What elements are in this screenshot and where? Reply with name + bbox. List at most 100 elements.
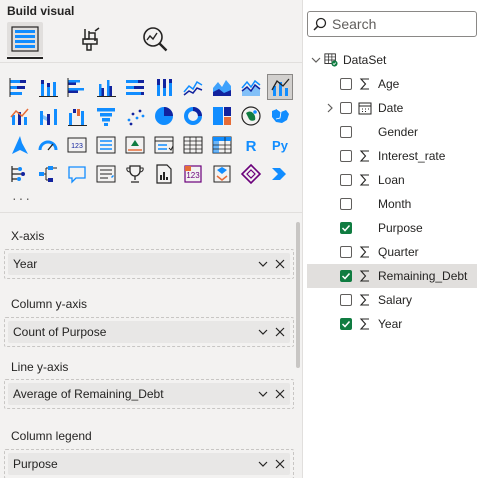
visual-paginated-report-button[interactable]	[152, 162, 176, 186]
field-name: Age	[378, 77, 400, 91]
visual-treemap-button[interactable]	[210, 104, 234, 128]
visual-power-apps-button[interactable]: 123	[181, 162, 205, 186]
field-checkbox[interactable]	[340, 246, 352, 258]
visual-azure-map-button[interactable]	[7, 133, 31, 157]
visual-table-button[interactable]	[181, 133, 205, 157]
visual-100-stacked-bar-button[interactable]	[123, 75, 147, 99]
visual-clustered-column-button[interactable]	[94, 75, 118, 99]
chevron-down-icon[interactable]	[310, 54, 322, 66]
svg-text:Py: Py	[272, 138, 289, 153]
chevron-down-icon[interactable]	[256, 383, 270, 405]
more-visuals-button[interactable]: ···	[12, 190, 32, 206]
field-name: Date	[378, 101, 404, 115]
field-row-age[interactable]: Age	[307, 72, 477, 96]
metrics-icon	[126, 165, 144, 183]
chevron-down-icon[interactable]	[256, 321, 270, 343]
remove-field-icon[interactable]	[273, 453, 287, 475]
sigma-icon	[358, 245, 372, 259]
visual-map-button[interactable]	[239, 104, 263, 128]
field-name: Salary	[378, 293, 413, 307]
visual-qna-button[interactable]	[65, 162, 89, 186]
visual-r-script-button[interactable]: R	[239, 133, 263, 157]
well-line-y-axis[interactable]: Average of Remaining_Debt	[4, 379, 294, 409]
visual-clustered-bar-button[interactable]	[65, 75, 89, 99]
visual-smart-narrative-button[interactable]	[94, 162, 118, 186]
visual-line-clustered-column-button[interactable]	[267, 74, 293, 100]
remove-field-icon[interactable]	[273, 253, 287, 275]
visual-filled-map-button[interactable]	[268, 104, 292, 128]
visual-area-button[interactable]	[210, 75, 234, 99]
format-visual-tab[interactable]	[72, 22, 108, 56]
field-name: Interest_rate	[378, 149, 446, 163]
visual-gauge-button[interactable]	[36, 133, 60, 157]
visual-pie-button[interactable]	[152, 104, 176, 128]
field-pill[interactable]: Year	[8, 253, 290, 275]
chevron-right-icon[interactable]	[324, 102, 336, 114]
remove-field-icon[interactable]	[273, 383, 287, 405]
chevron-down-icon[interactable]	[256, 253, 270, 275]
chevron-down-icon[interactable]	[256, 453, 270, 475]
field-checkbox[interactable]	[340, 102, 352, 114]
visual-line-stacked-column-button[interactable]	[7, 104, 31, 128]
visual-scatter-button[interactable]	[123, 104, 147, 128]
visual-stacked-bar-button[interactable]	[7, 75, 31, 99]
well-column-y-axis[interactable]: Count of Purpose	[4, 317, 294, 347]
field-checkbox[interactable]	[340, 78, 352, 90]
field-checkbox[interactable]	[340, 294, 352, 306]
visual-metrics-button[interactable]	[123, 162, 147, 186]
well-x-axis[interactable]: Year	[4, 249, 294, 279]
field-pill[interactable]: Count of Purpose	[8, 321, 290, 343]
analytics-tab[interactable]	[137, 22, 173, 56]
gauge-icon	[38, 140, 58, 151]
remove-field-icon[interactable]	[273, 321, 287, 343]
visual-decomposition-tree-button[interactable]	[36, 162, 60, 186]
field-row-loan[interactable]: Loan	[307, 168, 477, 192]
field-row-year[interactable]: Year	[307, 312, 477, 336]
azure-map-icon	[12, 136, 28, 154]
field-checkbox[interactable]	[340, 198, 352, 210]
visual-stacked-column-button[interactable]	[36, 75, 60, 99]
visual-funnel-button[interactable]	[94, 104, 118, 128]
field-checkbox[interactable]	[340, 318, 352, 330]
field-name: Quarter	[378, 245, 419, 259]
field-row-gender[interactable]: Gender	[307, 120, 477, 144]
field-checkbox[interactable]	[340, 174, 352, 186]
field-pill[interactable]: Purpose	[8, 453, 290, 475]
visual-key-influencers-button[interactable]	[7, 162, 31, 186]
field-checkbox[interactable]	[340, 222, 352, 234]
field-row-quarter[interactable]: Quarter	[307, 240, 477, 264]
field-row-date[interactable]: Date	[307, 96, 477, 120]
search-input[interactable]	[332, 16, 462, 32]
visual-kpi-button[interactable]	[123, 133, 147, 157]
field-checkbox[interactable]	[340, 270, 352, 282]
field-row-salary[interactable]: Salary	[307, 288, 477, 312]
well-label-x-axis: X-axis	[11, 229, 45, 243]
visual-stacked-area-button[interactable]	[239, 75, 263, 99]
field-checkbox[interactable]	[340, 150, 352, 162]
visual-line-button[interactable]	[181, 75, 205, 99]
visual-card-button[interactable]: 123	[65, 133, 89, 157]
field-checkbox[interactable]	[340, 126, 352, 138]
well-column-legend[interactable]: Purpose	[4, 449, 294, 478]
visual-diamond-visual-button[interactable]	[239, 162, 263, 186]
field-row-purpose[interactable]: Purpose	[307, 216, 477, 240]
table-dataset-row[interactable]: DataSet	[307, 48, 477, 72]
field-pill[interactable]: Average of Remaining_Debt	[8, 383, 290, 405]
visual-python-visual-button[interactable]: Py	[268, 133, 292, 157]
visual-waterfall-button[interactable]	[65, 104, 89, 128]
visual-ribbon-button[interactable]	[36, 104, 60, 128]
build-visual-tab[interactable]	[7, 22, 43, 56]
visual-multi-row-card-button[interactable]	[94, 133, 118, 157]
field-row-interest-rate[interactable]: Interest_rate	[307, 144, 477, 168]
field-row-remaining-debt[interactable]: Remaining_Debt	[307, 264, 477, 288]
visual-100-stacked-column-button[interactable]	[152, 75, 176, 99]
visual-chevron-visual-button[interactable]	[268, 162, 292, 186]
field-row-month[interactable]: Month	[307, 192, 477, 216]
pane-scrollbar[interactable]	[296, 222, 300, 368]
visual-slicer-button[interactable]	[152, 133, 176, 157]
visual-matrix-button[interactable]	[210, 133, 234, 157]
visual-donut-button[interactable]	[181, 104, 205, 128]
visual-power-automate-button[interactable]	[210, 162, 234, 186]
qna-icon	[68, 166, 86, 184]
data-search-box[interactable]	[307, 11, 477, 37]
